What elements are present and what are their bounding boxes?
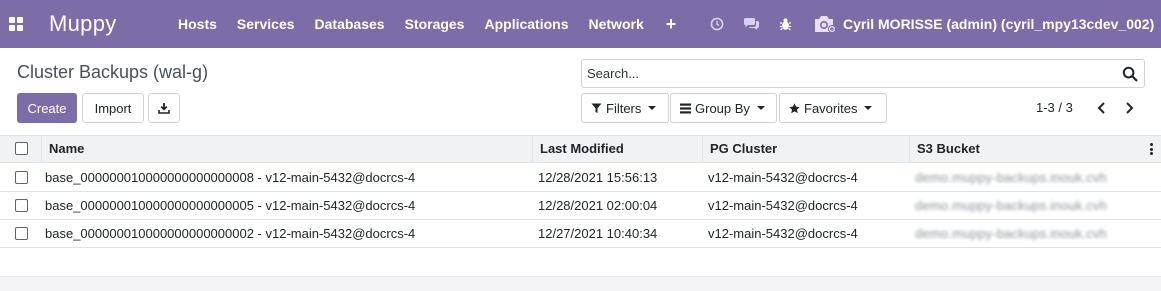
column-header-s3-bucket[interactable]: S3 Bucket	[909, 136, 1144, 162]
caret-down-icon	[864, 106, 873, 110]
page-title: Cluster Backups (wal-g)	[17, 62, 209, 82]
brand-name[interactable]: Muppy	[49, 11, 117, 37]
user-menu[interactable]: Cyril MORISSE (admin) (cyril_mpy13cdev_0…	[813, 0, 1161, 48]
cell-name: base_000000010000000000000008 - v12-main…	[45, 170, 416, 185]
systray	[700, 0, 802, 48]
import-button[interactable]: Import	[82, 93, 144, 123]
row-checkbox[interactable]	[15, 199, 28, 212]
top-navbar: Muppy Hosts Services Databases Storages …	[0, 0, 1161, 48]
row-checkbox[interactable]	[15, 171, 28, 184]
cell-last-modified: 12/28/2021 02:00:04	[538, 198, 658, 213]
cell-s3-bucket: demo.muppy-backups.inouk.cvh	[915, 198, 1108, 213]
camera-avatar-icon	[815, 16, 836, 33]
vertical-dots-icon[interactable]	[1150, 143, 1156, 156]
filters-label: Filters	[606, 100, 642, 116]
chevron-left-icon[interactable]	[1094, 100, 1110, 116]
caret-down-icon	[648, 106, 657, 110]
menu-databases[interactable]: Databases	[305, 0, 395, 48]
groupby-label: Group By	[695, 100, 750, 116]
row-checkbox[interactable]	[15, 227, 28, 240]
table-footer	[0, 276, 1161, 291]
table-row[interactable]: base_000000010000000000000008 - v12-main…	[0, 164, 1161, 192]
menu-applications[interactable]: Applications	[474, 0, 578, 48]
menu-network[interactable]: Network	[579, 0, 654, 48]
filters-dropdown[interactable]: Filters	[581, 93, 669, 123]
table-header: Name Last Modified PG Cluster S3 Bucket	[0, 136, 1161, 163]
cell-last-modified: 12/28/2021 15:56:13	[538, 170, 658, 185]
cell-last-modified: 12/27/2021 10:40:34	[538, 226, 658, 241]
menu-hosts[interactable]: Hosts	[168, 0, 227, 48]
apps-grid-icon[interactable]	[9, 17, 23, 31]
cell-name: base_000000010000000000000002 - v12-main…	[45, 226, 416, 241]
cell-s3-bucket: demo.muppy-backups.inouk.cvh	[915, 226, 1108, 241]
favorites-label: Favorites	[804, 100, 858, 116]
search-icon[interactable]	[1122, 66, 1138, 82]
table-row[interactable]: base_000000010000000000000002 - v12-main…	[0, 220, 1161, 248]
menu-services[interactable]: Services	[227, 0, 305, 48]
backups-table: Name Last Modified PG Cluster S3 Bucket …	[0, 135, 1161, 275]
main-menu: Hosts Services Databases Storages Applic…	[168, 0, 688, 48]
column-header-pg-cluster[interactable]: PG Cluster	[702, 136, 909, 162]
bug-icon[interactable]	[768, 0, 802, 48]
download-icon	[158, 103, 170, 114]
list-icon	[680, 103, 691, 113]
caret-down-icon	[756, 106, 765, 110]
select-all-checkbox[interactable]	[15, 142, 28, 155]
user-name: Cyril MORISSE (admin) (cyril_mpy13cdev_0…	[843, 16, 1155, 32]
column-header-name[interactable]: Name	[41, 136, 534, 162]
create-button[interactable]: Create	[17, 93, 77, 123]
search-input[interactable]	[582, 60, 1112, 87]
pager-value[interactable]: 1-3 / 3	[1036, 100, 1073, 115]
menu-plus-icon[interactable]: +	[654, 0, 689, 48]
chat-icon[interactable]	[734, 0, 768, 48]
filter-icon	[591, 103, 602, 113]
download-button[interactable]	[148, 93, 180, 123]
clock-icon[interactable]	[700, 0, 734, 48]
column-header-last-modified[interactable]: Last Modified	[532, 136, 702, 162]
search-box	[581, 59, 1145, 88]
cell-pg-cluster: v12-main-5432@docrcs-4	[708, 226, 858, 241]
menu-storages[interactable]: Storages	[395, 0, 475, 48]
chevron-right-icon[interactable]	[1121, 100, 1137, 116]
cell-pg-cluster: v12-main-5432@docrcs-4	[708, 198, 858, 213]
table-row[interactable]: base_000000010000000000000005 - v12-main…	[0, 192, 1161, 220]
groupby-dropdown[interactable]: Group By	[670, 93, 777, 123]
cell-s3-bucket: demo.muppy-backups.inouk.cvh	[915, 170, 1108, 185]
star-icon	[789, 102, 800, 113]
cell-name: base_000000010000000000000005 - v12-main…	[45, 198, 416, 213]
favorites-dropdown[interactable]: Favorites	[779, 93, 887, 123]
cell-pg-cluster: v12-main-5432@docrcs-4	[708, 170, 858, 185]
